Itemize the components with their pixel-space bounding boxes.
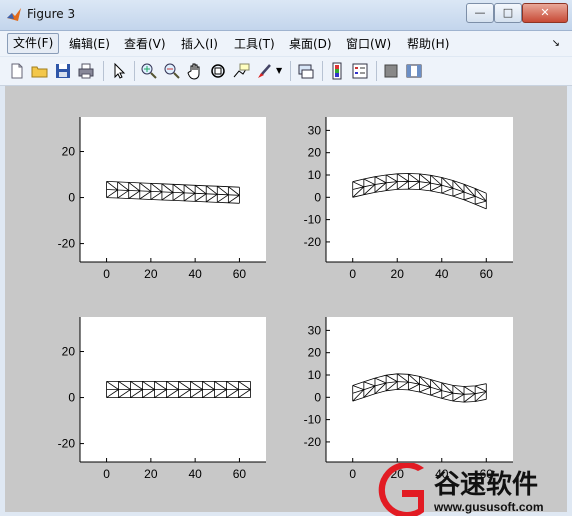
window-title: Figure 3 [27,7,76,21]
menu-edit[interactable]: 编辑(E) [64,35,115,54]
menu-view[interactable]: 查看(V) [119,35,171,54]
x-tick-label: 40 [188,467,202,481]
maximize-button[interactable]: □ [494,3,522,23]
subplot-2: 0 20 40 60 -20 -10 0 10 20 30 [304,117,513,281]
menu-insert[interactable]: 插入(I) [176,35,223,54]
y-tick-label: 0 [68,191,75,205]
watermark-g-icon [378,463,424,516]
colorbar-icon[interactable] [328,62,346,80]
x-tick-label: 40 [435,267,449,281]
legend-icon[interactable] [351,62,369,80]
show-plot-tools-icon[interactable] [405,62,423,80]
y-tick-label: 0 [314,190,321,204]
hide-plot-tools-icon[interactable] [382,62,400,80]
zoom-out-icon[interactable] [163,62,181,80]
y-tick-label: 10 [308,168,322,182]
x-tick-label: 20 [391,267,405,281]
menu-tools[interactable]: 工具(T) [229,35,280,54]
toolbar: ▼ [0,57,572,86]
y-tick-label: 0 [314,390,321,404]
y-tick-label: 10 [308,368,322,382]
toolbar-separator [322,61,323,81]
x-tick-label: 0 [349,467,356,481]
menu-overflow-icon[interactable]: ↘ [552,38,560,49]
save-icon[interactable] [54,62,72,80]
new-file-icon[interactable] [8,62,26,80]
rotate-3d-icon[interactable] [209,62,227,80]
menu-desktop[interactable]: 桌面(D) [284,35,337,54]
toolbar-separator [376,61,377,81]
link-icon[interactable] [297,62,315,80]
menu-file[interactable]: 文件(F) [7,33,60,54]
y-tick-label: 0 [68,391,75,405]
y-tick-label: -20 [304,435,322,449]
pan-hand-icon[interactable] [186,62,204,80]
toolbar-separator [134,61,135,81]
menu-help[interactable]: 帮助(H) [402,35,454,54]
x-tick-label: 0 [349,267,356,281]
y-tick-label: 20 [62,345,76,359]
matlab-icon [7,8,21,21]
x-tick-label: 0 [103,267,110,281]
x-tick-label: 60 [480,267,494,281]
zoom-in-icon[interactable] [140,62,158,80]
data-cursor-icon[interactable] [232,62,250,80]
toolbar-separator [290,61,291,81]
print-icon[interactable] [77,62,95,80]
y-tick-label: -20 [304,235,322,249]
subplot-grid: 0 20 40 60 -20 0 20 0 20 40 60 -20 -10 0 10 20 30 0 20 40 60… [58,117,513,481]
y-tick-label: 20 [308,346,322,360]
menu-bar: 文件(F) 编辑(E) 查看(V) 插入(I) 工具(T) 桌面(D) 窗口(W… [0,31,572,56]
x-tick-label: 60 [233,267,247,281]
toolbar-separator [103,61,104,81]
subplot-4: 0 20 40 60-20-100102030 [304,317,513,481]
menu-window[interactable]: 窗口(W) [341,35,396,54]
subplot-3: 0 20 40 60 -20 0 20 [58,317,266,481]
y-tick-label: 30 [308,323,322,337]
close-button[interactable]: ✕ [522,3,568,23]
brush-icon[interactable] [255,62,273,80]
x-tick-label: 20 [144,467,158,481]
x-tick-label: 60 [233,467,247,481]
x-tick-label: 0 [103,467,110,481]
watermark-logo: 谷速软件 www.gususoft.com [378,463,544,516]
minimize-button[interactable]: — [466,3,494,23]
title-bar: Figure 3 — □ ✕ [0,0,572,31]
y-tick-label: -10 [304,413,322,427]
figure-canvas: 0 20 40 60 -20 0 20 0 20 40 60 -20 -10 0 10 20 30 0 20 40 60… [5,86,567,512]
open-folder-icon[interactable] [31,62,49,80]
y-tick-label: -10 [304,213,322,227]
watermark-url: www.gususoft.com [433,500,544,514]
y-tick-label: 20 [62,145,76,159]
pointer-icon[interactable] [110,62,128,80]
x-tick-label: 40 [188,267,202,281]
watermark-brand: 谷速软件 [434,470,538,500]
brush-dropdown-icon[interactable]: ▼ [276,66,282,75]
y-tick-label: 30 [308,123,322,137]
y-tick-label: -20 [58,437,76,451]
subplot-1: 0 20 40 60 -20 0 20 [58,117,266,281]
y-tick-label: 20 [308,146,322,160]
y-tick-label: -20 [58,237,76,251]
x-tick-label: 20 [144,267,158,281]
